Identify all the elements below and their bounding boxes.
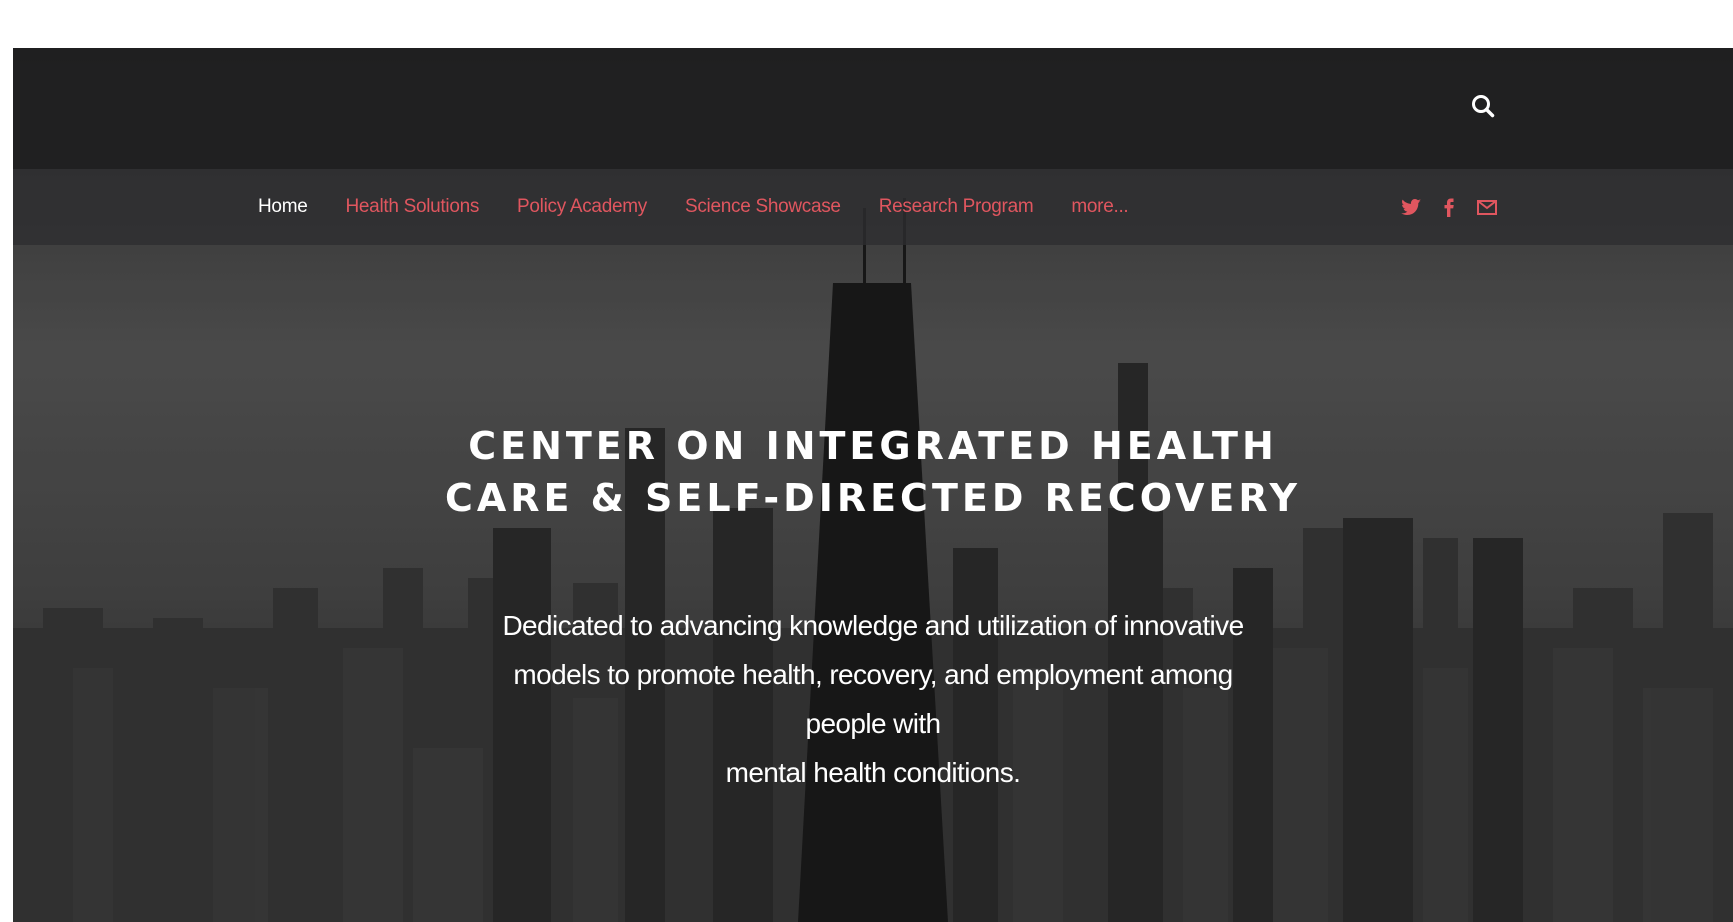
nav-item-health-solutions[interactable]: Health Solutions (345, 196, 479, 218)
header-bar (13, 48, 1733, 169)
search-icon[interactable] (1470, 93, 1496, 119)
hero-tagline-line: Dedicated to advancing knowledge and uti… (502, 610, 1244, 641)
twitter-icon[interactable] (1399, 195, 1423, 219)
hero-title: CENTER ON INTEGRATED HEALTH CARE & SELF-… (373, 420, 1373, 524)
nav-item-policy-academy[interactable]: Policy Academy (517, 196, 647, 218)
hero-title-line: CARE & SELF-DIRECTED RECOVERY (444, 476, 1302, 520)
nav-item-research-program[interactable]: Research Program (879, 196, 1034, 218)
nav-item-science-showcase[interactable]: Science Showcase (685, 196, 841, 218)
hero-tagline-line: mental health conditions. (725, 757, 1021, 788)
facebook-icon[interactable] (1437, 195, 1461, 219)
nav-item-more[interactable]: more... (1071, 196, 1128, 218)
nav-menu: Home Health Solutions Policy Academy Sci… (258, 169, 1166, 245)
nav-item-home[interactable]: Home (258, 196, 308, 218)
hero-title-line: CENTER ON INTEGRATED HEALTH (468, 424, 1278, 468)
hero-tagline-line: people with (805, 708, 941, 739)
page-frame: Home Health Solutions Policy Academy Sci… (13, 48, 1733, 922)
hero-tagline: Dedicated to advancing knowledge and uti… (458, 601, 1288, 797)
hero-tagline-line: models to promote health, recovery, and … (513, 659, 1233, 690)
mail-icon[interactable] (1475, 195, 1499, 219)
social-links (1399, 169, 1499, 245)
main-navigation: Home Health Solutions Policy Academy Sci… (13, 169, 1733, 245)
